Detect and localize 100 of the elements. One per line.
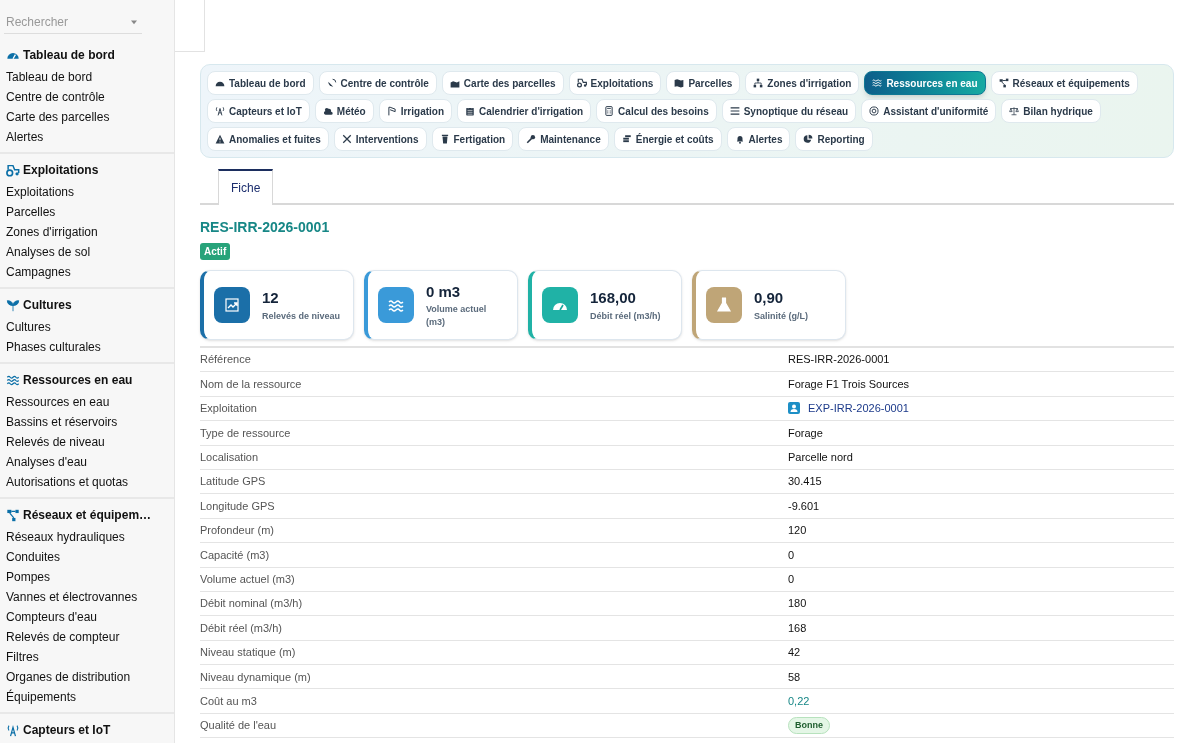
sidebar-item[interactable]: Filtres: [6, 647, 168, 667]
field-value: Forage F1 Trois Sources: [788, 376, 910, 392]
pie-chart-icon: [803, 134, 814, 144]
tractor-icon: [6, 163, 20, 177]
module-nav-button[interactable]: Calcul des besoins: [596, 99, 717, 123]
sidebar-item[interactable]: Réseaux hydrauliques: [6, 527, 168, 547]
module-nav-button[interactable]: Interventions: [333, 127, 427, 151]
sidebar-item[interactable]: Alertes: [6, 127, 168, 147]
field-label: Longitude GPS: [200, 498, 276, 514]
sidebar-item[interactable]: Pompes: [6, 567, 168, 587]
sidebar-item[interactable]: Bassins et réservoirs: [6, 412, 168, 432]
stat-label: Débit réel (m3/h): [590, 309, 661, 323]
cloud-sun-icon: [322, 106, 333, 116]
sidebar-item[interactable]: Organes de distribution: [6, 667, 168, 687]
section-heading: Ressources en eau: [23, 372, 133, 389]
flask-icon: [716, 297, 732, 313]
record-title: RES-IRR-2026-0001: [200, 218, 331, 237]
bell-icon: [734, 134, 745, 144]
stat-value: 168,00: [590, 288, 637, 309]
field-label: Profondeur (m): [200, 523, 275, 539]
field-value: 0: [788, 547, 795, 563]
sidebar-item[interactable]: Phases culturales: [6, 337, 168, 357]
module-nav-button[interactable]: Énergie et coûts: [613, 127, 722, 151]
field-value: 58: [788, 669, 801, 685]
module-nav-button[interactable]: Synoptique du réseau: [721, 99, 857, 123]
water-waves-icon: [388, 297, 404, 313]
field-value: 30.415: [788, 474, 822, 490]
field-value: 0: [788, 571, 795, 587]
sidebar-item[interactable]: Ressources en eau: [6, 392, 168, 412]
tractor-icon: [576, 78, 587, 88]
module-nav-button[interactable]: Reporting: [795, 127, 873, 151]
module-nav-button[interactable]: Réseaux et équipements: [990, 71, 1138, 95]
quality-badge: Bonne: [788, 716, 830, 735]
sidebar-item[interactable]: Conduites: [6, 547, 168, 567]
sidebar-item[interactable]: Zones d'irrigation: [6, 222, 168, 242]
stat-label: Salinité (g/L): [754, 309, 808, 323]
sidebar-item[interactable]: Équipements: [6, 687, 168, 707]
antenna-icon: [6, 723, 20, 737]
field-value: 120: [788, 523, 807, 539]
calendar-icon: [465, 106, 476, 116]
module-nav-button[interactable]: Tableau de bord: [207, 71, 314, 95]
field-value: Forage: [788, 425, 823, 441]
status-badge: Actif: [200, 243, 231, 260]
field-label: Débit réel (m3/h): [200, 620, 283, 636]
field-label: Débit nominal (m3/h): [200, 596, 304, 612]
section-heading: Capteurs et IoT: [23, 722, 111, 739]
module-nav-button[interactable]: Alertes: [726, 127, 791, 151]
sidebar-item[interactable]: Cultures: [6, 317, 168, 337]
module-nav-button[interactable]: Zones d'irrigation: [745, 71, 860, 95]
field-value: 168: [788, 620, 807, 636]
module-nav-button[interactable]: Météo: [314, 99, 374, 123]
module-nav-button[interactable]: Capteurs et IoT: [207, 99, 310, 123]
network-nodes-icon: [998, 78, 1009, 88]
sidebar-item[interactable]: Analyses de sol: [6, 242, 168, 262]
section-heading: Exploitations: [23, 162, 99, 179]
module-nav-button[interactable]: Centre de contrôle: [318, 71, 437, 95]
module-nav-button[interactable]: Anomalies et fuites: [207, 127, 329, 151]
sidebar-item[interactable]: Relevés de niveau: [6, 432, 168, 452]
sidebar-item[interactable]: Parcelles: [6, 202, 168, 222]
sidebar-item[interactable]: Centre de contrôle: [6, 87, 168, 107]
sidebar-item[interactable]: Tableau de bord: [6, 67, 168, 87]
tab[interactable]: Fiche: [218, 169, 274, 205]
section-heading: Tableau de bord: [23, 47, 115, 64]
module-nav-button[interactable]: Irrigation: [378, 99, 453, 123]
field-value: 180: [788, 596, 807, 612]
module-nav-button[interactable]: Ressources en eau: [864, 71, 986, 95]
module-nav-button[interactable]: Assistant d'uniformité: [861, 99, 997, 123]
sidebar-item[interactable]: Relevés de compteur: [6, 627, 168, 647]
chart-trend-icon: [224, 297, 240, 313]
module-nav-button[interactable]: Fertigation: [431, 127, 514, 151]
sidebar-item[interactable]: Autorisations et quotas: [6, 472, 168, 492]
sidebar-item[interactable]: Compteurs d'eau: [6, 607, 168, 627]
antenna-icon: [215, 106, 225, 116]
field-label: Niveau statique (m): [200, 645, 297, 661]
field-label: Exploitation: [200, 401, 258, 417]
sidebar-item[interactable]: Vannes et électrovannes: [6, 587, 168, 607]
module-nav-button[interactable]: Bilan hydrique: [1001, 99, 1101, 123]
caret-icon: [130, 18, 138, 25]
record-link[interactable]: EXP-IRR-2026-0001: [808, 400, 909, 417]
sprout-icon: [6, 298, 20, 312]
lines-icon: [729, 106, 740, 116]
wrench-icon: [526, 134, 537, 144]
sidebar-item[interactable]: Carte des parcelles: [6, 107, 168, 127]
water-waves-icon: [872, 78, 883, 88]
sidebar-item[interactable]: Campagnes: [6, 262, 168, 282]
section-heading: Réseaux et équipem…: [23, 507, 152, 524]
section-heading: Cultures: [23, 297, 72, 314]
module-nav-button[interactable]: Calendrier d'irrigation: [457, 99, 592, 123]
module-nav-button[interactable]: Maintenance: [518, 127, 609, 151]
stat-value: 0 m3: [426, 281, 462, 302]
field-label: Coût au m3: [200, 693, 258, 709]
module-nav-button[interactable]: Carte des parcelles: [441, 71, 564, 95]
network-nodes-icon: [6, 508, 20, 522]
stat-label: Volume actuel (m3): [426, 303, 488, 330]
sidebar-item[interactable]: Analyses d'eau: [6, 452, 168, 472]
sidebar-item[interactable]: Exploitations: [6, 182, 168, 202]
field-label: Référence: [200, 352, 252, 368]
module-nav-button[interactable]: Parcelles: [666, 71, 741, 95]
module-nav-button[interactable]: Exploitations: [568, 71, 662, 95]
calculator-icon: [604, 106, 615, 116]
